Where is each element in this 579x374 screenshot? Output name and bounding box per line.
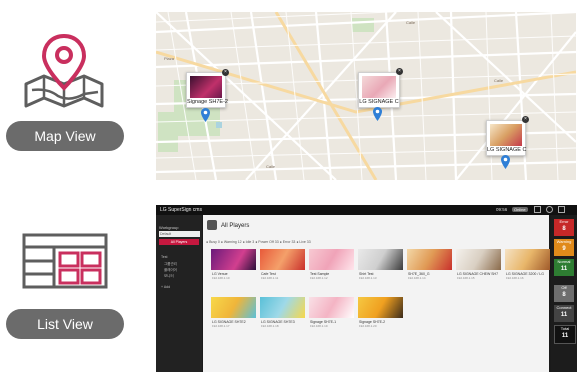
- map-pin-icon: [24, 33, 104, 108]
- status-summary-panel: Error 8 Warning 9 Normal 11 Off 8 Connect 11 …: [551, 215, 577, 372]
- player-tile[interactable]: Cafe Test 192.168.1.11: [260, 249, 305, 287]
- close-icon[interactable]: ×: [222, 69, 229, 76]
- notification-icon[interactable]: [534, 206, 541, 213]
- settings-icon[interactable]: [558, 206, 565, 213]
- player-ip: 192.168.1.12: [310, 276, 328, 280]
- status-filter-bar[interactable]: ● Busy 0 ● Warning 12 ● Idle 3 ● Power O…: [206, 240, 311, 244]
- map-screenshot[interactable]: Plaza Calle Calle Calle Signage SH7E-2 ×…: [156, 12, 576, 180]
- player-tile[interactable]: LG SIGNAGE CHEW SH7 192.168.1.15: [456, 249, 501, 287]
- app-header: LG SuperSign cms 09:56 Online: [156, 205, 577, 215]
- player-list-panel: All Players ● Busy 0 ● Warning 12 ● Idle…: [203, 215, 550, 372]
- player-ip: 192.168.1.19: [310, 324, 328, 328]
- map-place-label: Calle: [494, 78, 504, 83]
- sidebar: Workgroup Default All Players Test 그룹관리 …: [156, 215, 202, 372]
- help-icon[interactable]: [546, 206, 553, 213]
- status-error-box[interactable]: Error 8: [554, 219, 574, 236]
- player-tile[interactable]: Signage SH7E-1 192.168.1.19: [309, 297, 354, 335]
- map-place-label: Calle: [406, 20, 416, 25]
- list-grid-icon: [22, 233, 108, 289]
- sidebar-item[interactable]: Test: [161, 255, 167, 259]
- status-warning-box[interactable]: Warning 9: [554, 239, 574, 256]
- close-icon[interactable]: ×: [396, 68, 403, 75]
- list-view-label: List View: [6, 309, 124, 339]
- cms-app-screenshot: LG SuperSign cms 09:56 Online Workgroup …: [156, 205, 577, 372]
- map-view-label: Map View: [6, 121, 124, 151]
- player-thumbnail: [211, 249, 256, 270]
- sidebar-section-title: Workgroup: [159, 225, 179, 230]
- player-ip: 192.168.1.18: [261, 324, 279, 328]
- player-card-label: LG SIGNAGE C: [487, 147, 527, 153]
- sidebar-item[interactable]: 모니터: [164, 274, 174, 279]
- player-tile[interactable]: Shirt Test 192.168.1.13: [358, 249, 403, 287]
- player-thumbnail: [309, 249, 354, 270]
- player-thumbnail: [407, 249, 452, 270]
- status-normal-box[interactable]: Normal 11: [554, 259, 574, 276]
- player-ip: 192.168.1.17: [212, 324, 230, 328]
- status-total-box[interactable]: Total 11: [554, 325, 576, 344]
- player-thumbnail: [260, 249, 305, 270]
- player-thumbnail: [211, 297, 256, 318]
- status-off-box[interactable]: Off 8: [554, 285, 574, 302]
- sidebar-item[interactable]: 그룹관리: [164, 262, 177, 267]
- player-tile[interactable]: LG Venue 192.168.1.10: [211, 249, 256, 287]
- player-thumbnail: [260, 297, 305, 318]
- player-tile[interactable]: Signage SH7E-2 192.168.1.20: [358, 297, 403, 335]
- close-icon[interactable]: ×: [522, 116, 529, 123]
- player-thumbnail: [362, 76, 396, 98]
- player-thumbnail: [190, 76, 222, 98]
- header-time: 09:56: [496, 207, 508, 212]
- status-connect-box[interactable]: Connect 11: [554, 305, 574, 322]
- player-thumbnail: [309, 297, 354, 318]
- player-card-map[interactable]: Signage SH7E-2: [186, 72, 228, 108]
- map-place-label: Plaza: [164, 56, 175, 61]
- player-card-map[interactable]: LG SIGNAGE C: [486, 120, 526, 156]
- player-ip: 192.168.1.14: [408, 276, 426, 280]
- player-thumbnail: [358, 297, 403, 318]
- player-ip: 192.168.1.20: [359, 324, 377, 328]
- map-place-label: Calle: [266, 164, 276, 169]
- group-search-input[interactable]: Default: [159, 231, 200, 237]
- all-players-button[interactable]: All Players: [159, 239, 199, 245]
- sidebar-item[interactable]: + Add: [161, 285, 170, 289]
- player-thumbnail: [358, 249, 403, 270]
- sidebar-item[interactable]: 플레이어: [164, 268, 177, 273]
- player-tile[interactable]: LG SIGNAGE SH7E2 192.168.1.17: [211, 297, 256, 335]
- player-ip: 192.168.1.16: [506, 276, 524, 280]
- page-title: All Players: [221, 223, 250, 229]
- player-tile[interactable]: Test Sample 192.168.1.12: [309, 249, 354, 287]
- header-online-button[interactable]: Online: [512, 207, 528, 212]
- player-ip: 192.168.1.10: [212, 276, 230, 280]
- player-card-label: LG SIGNAGE C: [359, 99, 399, 105]
- player-tile[interactable]: LG SIGNAGE 3200 / LG 192.168.1.16: [505, 249, 550, 287]
- location-pin-icon[interactable]: [201, 108, 210, 122]
- player-ip: 192.168.1.15: [457, 276, 475, 280]
- player-thumbnail: [456, 249, 501, 270]
- player-ip: 192.168.1.13: [359, 276, 377, 280]
- player-thumbnail: [490, 124, 522, 146]
- app-title: LG SuperSign cms: [160, 207, 202, 213]
- player-ip: 192.168.1.11: [261, 276, 279, 280]
- player-thumbnail: [505, 249, 550, 270]
- location-pin-icon[interactable]: [501, 155, 510, 169]
- player-card-label: Signage SH7E-2: [187, 99, 228, 105]
- location-pin-icon[interactable]: [373, 107, 382, 121]
- players-count-icon: [207, 220, 217, 230]
- player-tile[interactable]: SH7E_360_G 192.168.1.14: [407, 249, 452, 287]
- player-card-map[interactable]: LG SIGNAGE C: [358, 72, 400, 108]
- player-tile[interactable]: LG SIGNAGE SH7E3 192.168.1.18: [260, 297, 305, 335]
